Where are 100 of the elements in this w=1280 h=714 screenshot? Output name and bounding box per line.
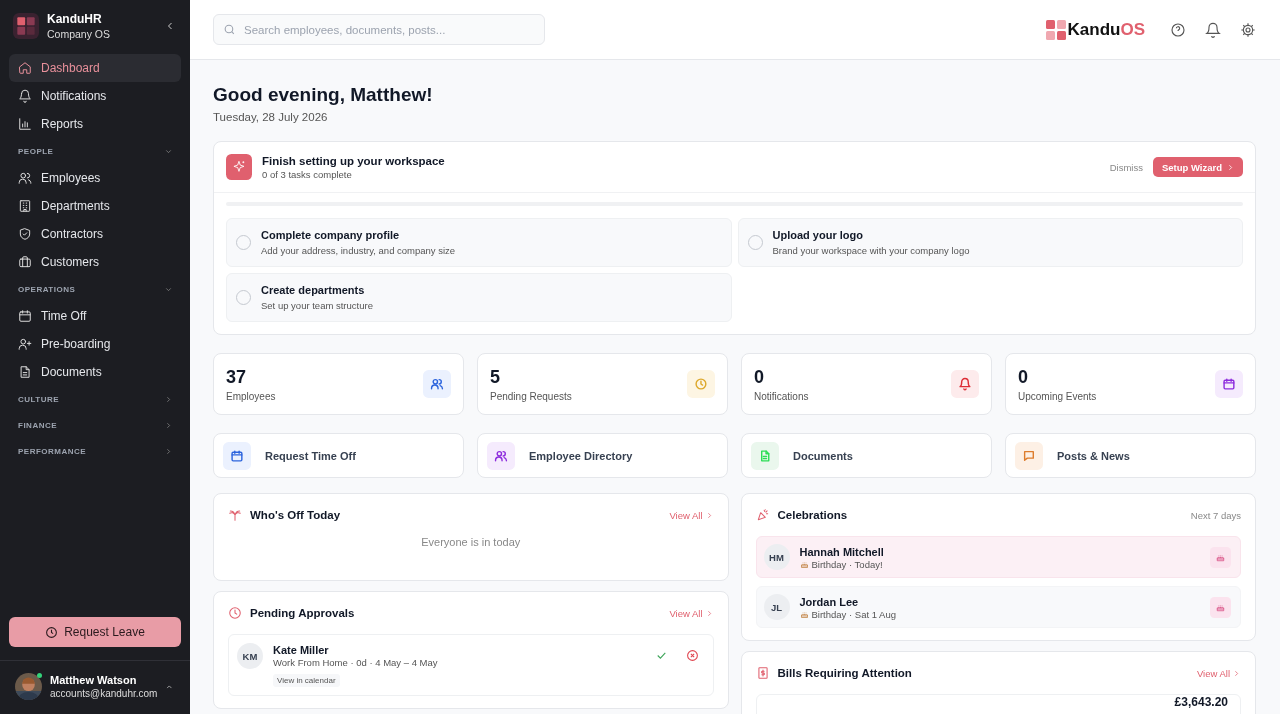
sidebar-item[interactable]: Time Off <box>9 302 181 330</box>
quick-action-label: Documents <box>793 449 853 462</box>
quick-action-card[interactable]: Employee Directory <box>477 433 728 478</box>
sidebar-item[interactable]: Customers <box>9 248 181 276</box>
request-leave-button[interactable]: Request Leave <box>9 617 181 647</box>
panel-title: Pending Approvals <box>250 607 356 619</box>
logo-icon <box>13 13 39 39</box>
sparkle-icon <box>226 154 252 180</box>
sidebar-item[interactable]: Notifications <box>9 82 181 110</box>
task-title: Create departments <box>261 284 366 296</box>
bar-chart-icon <box>18 117 32 131</box>
clock-icon <box>228 606 242 620</box>
user-plus-icon <box>18 337 32 351</box>
quick-action-card[interactable]: Documents <box>741 433 992 478</box>
quick-action-label: Posts & News <box>1057 449 1130 462</box>
celebration-details: Birthday · Sat 1 Aug <box>811 608 896 620</box>
request-details: Work From Home · 0d · 4 May – 4 May <box>273 657 439 668</box>
setup-task[interactable]: Create departments Set up your team structure <box>226 273 732 322</box>
sidebar-item[interactable]: Departments <box>9 192 181 220</box>
shield-icon <box>18 227 32 241</box>
chevron-right-icon <box>164 394 173 404</box>
setup-progress-text: 0 of 3 tasks complete <box>262 168 353 180</box>
task-description: Add your address, industry, and company size <box>261 245 456 256</box>
task-title: Upload your logo <box>772 229 864 241</box>
logo-icon <box>1045 19 1066 40</box>
section-header[interactable]: OPERATIONS <box>9 276 181 302</box>
user-email: accounts@kanduhr.com <box>50 688 158 699</box>
cake-icon <box>1210 546 1231 568</box>
clock-icon <box>45 625 59 639</box>
date-text: Tuesday, 28 July 2026 <box>213 111 329 123</box>
help-icon[interactable] <box>1170 21 1186 38</box>
celebration-details: Birthday · Today! <box>811 558 883 570</box>
avatar: JL <box>763 594 790 620</box>
stat-label: Pending Requests <box>490 390 572 402</box>
sidebar-item[interactable]: Employees <box>9 164 181 192</box>
section-header[interactable]: PERFORMANCE <box>9 438 181 464</box>
brand-name: KanduHR <box>47 12 103 26</box>
bell-icon[interactable] <box>1205 21 1221 38</box>
person-name: Jordan Lee <box>799 594 860 609</box>
stat-label: Notifications <box>754 390 809 402</box>
task-description: Brand your workspace with your company logo <box>772 245 970 256</box>
avatar: HM <box>763 544 790 570</box>
chevron-right-icon <box>164 420 173 430</box>
quick-action-card[interactable]: Request Time Off <box>213 433 464 478</box>
sidebar-item[interactable]: Contractors <box>9 220 181 248</box>
sidebar-item[interactable]: Dashboard <box>9 54 181 82</box>
dismiss-link[interactable]: Dismiss <box>1109 161 1143 173</box>
task-title: Complete company profile <box>261 229 401 241</box>
chevron-right-icon <box>1232 668 1241 678</box>
setup-task[interactable]: Complete company profile Add your address, industry, and company size <box>226 218 732 267</box>
cake-icon <box>1210 596 1231 618</box>
people-icon <box>18 171 32 185</box>
palm-tree-icon <box>228 508 242 522</box>
brand-subtitle: Company OS <box>47 28 112 40</box>
briefcase-icon <box>18 255 32 269</box>
section-header[interactable]: FINANCE <box>9 412 181 438</box>
bill-icon <box>755 666 770 680</box>
view-all-link[interactable]: View All <box>669 509 714 521</box>
home-icon <box>18 61 32 75</box>
chevron-right-icon <box>1226 162 1235 172</box>
panel-title: Bills Requiring Attention <box>777 667 913 679</box>
stat-value: 0 <box>1018 366 1029 388</box>
panel-title: Who's Off Today <box>250 509 342 521</box>
calendar-icon <box>18 309 32 323</box>
party-popper-icon <box>755 508 770 522</box>
quick-action-label: Request Time Off <box>265 449 356 462</box>
section-header[interactable]: CULTURE <box>9 386 181 412</box>
sidebar-item[interactable]: Pre-boarding <box>9 330 181 358</box>
view-all-link[interactable]: View All <box>1196 667 1241 679</box>
setup-task[interactable]: Upload your logo Brand your workspace with your company logo <box>737 218 1243 267</box>
stat-label: Upcoming Events <box>1018 390 1097 402</box>
view-all-link[interactable]: View All <box>669 607 714 619</box>
bell-icon <box>18 89 32 103</box>
stat-value: 37 <box>226 366 248 388</box>
building-icon <box>18 199 32 213</box>
stat-value: 0 <box>754 366 765 388</box>
quick-action-card[interactable]: Posts & News <box>1005 433 1256 478</box>
sidebar-item[interactable]: Reports <box>9 110 181 138</box>
empty-state-text: Everyone is in today <box>420 536 522 550</box>
stat-value: 5 <box>490 366 501 388</box>
search-icon <box>223 23 236 36</box>
avatar: KM <box>237 643 263 669</box>
app-logo-text: KanduOS <box>1067 19 1145 40</box>
bill-amount: £3,643.20 <box>1174 695 1228 709</box>
reject-icon[interactable] <box>685 649 699 662</box>
quick-action-label: Employee Directory <box>529 449 633 462</box>
user-name: Matthew Watson <box>50 674 138 686</box>
panel-title: Celebrations <box>777 509 849 521</box>
section-header[interactable]: PEOPLE <box>9 138 181 164</box>
search-field[interactable]: Search employees, documents, posts... <box>213 14 545 45</box>
document-icon <box>18 365 32 379</box>
settings-icon[interactable] <box>1240 21 1256 38</box>
range-text: Next 7 days <box>1190 509 1241 521</box>
person-name: Hannah Mitchell <box>799 544 885 559</box>
person-name: Kate Miller <box>273 643 330 657</box>
sidebar-item[interactable]: Documents <box>9 358 181 386</box>
task-description: Set up your team structure <box>261 300 373 311</box>
view-in-calendar-link[interactable]: View in calendar <box>273 674 340 687</box>
chevron-right-icon <box>164 446 173 456</box>
greeting-title: Good evening, Matthew! <box>213 84 434 106</box>
